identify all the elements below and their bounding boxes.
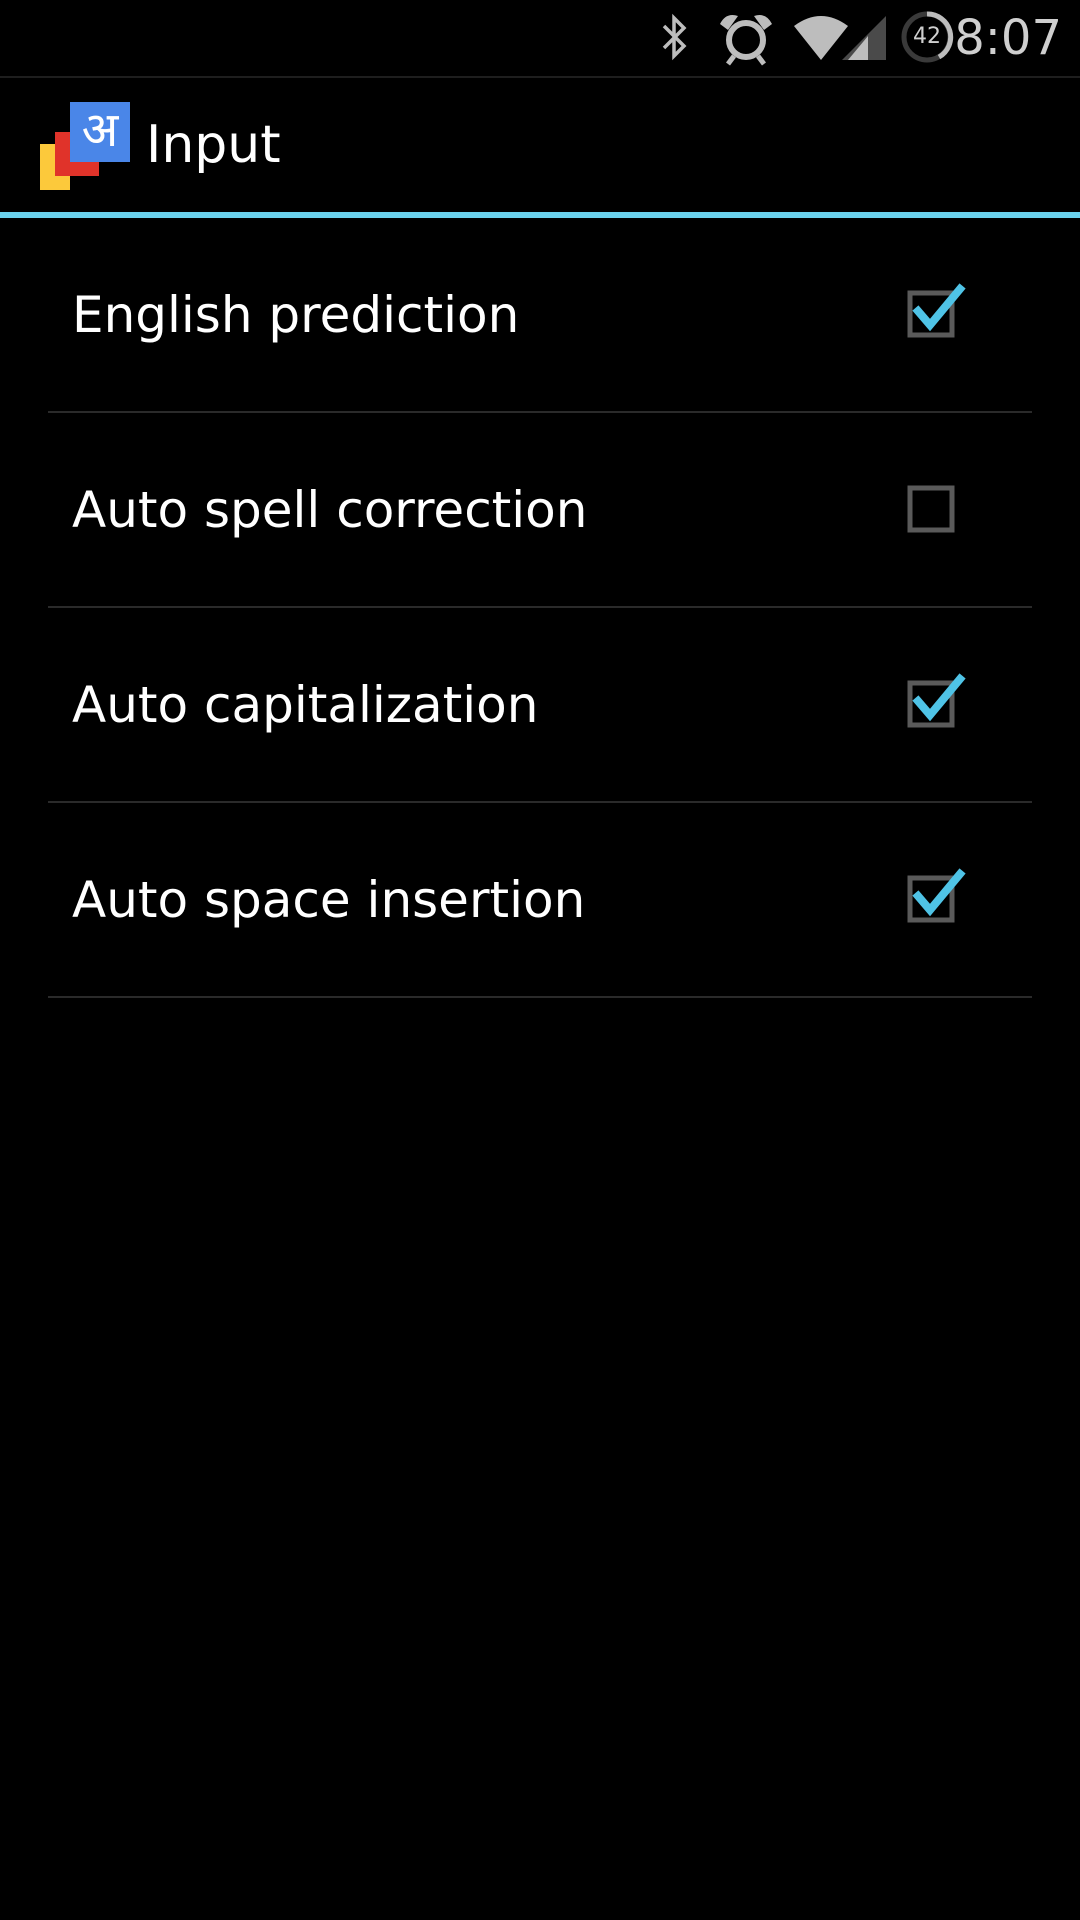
checkbox-checked-icon[interactable] (904, 672, 968, 737)
battery-level: 42 (913, 24, 941, 49)
status-time: 8:07 (954, 10, 1062, 66)
preference-list: English prediction Auto spell correction… (48, 218, 1032, 998)
app-logo-icon[interactable]: अ (40, 102, 130, 192)
pref-auto-capitalization[interactable]: Auto capitalization (48, 608, 1032, 803)
status-bar: 42 8:07 (0, 0, 1080, 78)
page-title[interactable]: Input (146, 110, 281, 180)
bluetooth-icon (662, 13, 687, 61)
signal-icon (842, 16, 886, 60)
pref-label: English prediction (72, 285, 520, 344)
pref-auto-spell-correction[interactable]: Auto spell correction (48, 413, 1032, 608)
pref-auto-space-insertion[interactable]: Auto space insertion (48, 803, 1032, 998)
checkbox-checked-icon[interactable] (904, 282, 968, 347)
logo-blue-square: अ (70, 102, 130, 162)
checkbox-checked-icon[interactable] (904, 867, 968, 932)
pref-label: Auto space insertion (72, 870, 586, 929)
pref-label: Auto spell correction (72, 480, 588, 539)
pref-label: Auto capitalization (72, 675, 539, 734)
settings-screen: 42 8:07 अ Input English prediction Auto … (0, 0, 1080, 1920)
pref-english-prediction[interactable]: English prediction (48, 218, 1032, 413)
alarm-icon (720, 15, 772, 66)
checkbox-unchecked-icon[interactable] (904, 478, 968, 542)
action-bar: अ Input (0, 78, 1080, 212)
